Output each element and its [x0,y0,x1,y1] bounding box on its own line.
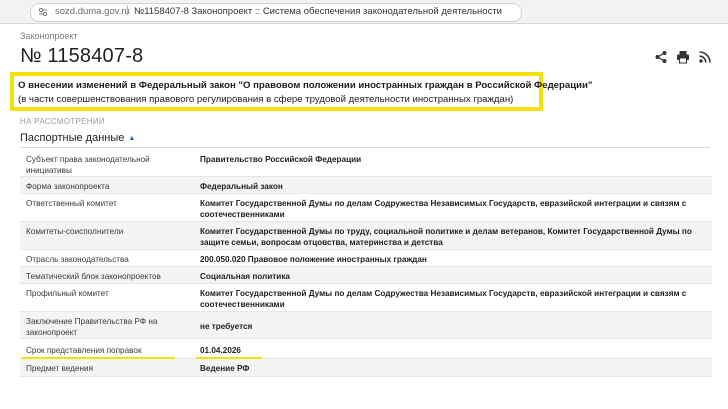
page-actions [654,50,712,64]
field-label: Отрасль законодательства [26,255,129,264]
table-row: Тематический блок законопроектов Социальн… [20,267,712,284]
title-highlight-box [10,72,543,111]
table-row: Заключение Правительства РФ на законопро… [20,312,712,339]
field-value: Комитет Государственной Думы по труду, с… [200,227,692,247]
passport-section-toggle[interactable]: Паспортные данные ▲ [20,132,135,144]
table-row: Форма законопроекта Федеральный закон [20,177,712,194]
field-label: Заключение Правительства РФ на законопро… [26,317,158,337]
page-tab-title: №1158407-8 Законопроект :: Система обесп… [134,6,502,17]
table-row: Предмет ведения Ведение РФ [20,359,712,377]
field-value: Ведение РФ [200,364,250,373]
browser-toolbar: sozd.duma.gov.ru | №1158407-8 Законопрое… [0,0,728,24]
table-row: Ответственный комитет Комитет Государстве… [20,194,712,222]
status-badge: НА РАССМОТРЕНИИ [20,117,105,126]
field-value: 200.050.020 Правовое положение иностранн… [200,255,427,264]
field-label: Тематический блок законопроектов [26,272,161,281]
section-title: Паспортные данные [20,132,125,144]
field-value: не требуется [200,322,253,331]
chevron-up-icon: ▲ [128,135,136,142]
bill-subtitle: (в части совершенствования правового рег… [18,94,514,105]
bill-page: Законопроект № 1158407-8 О внесении изме… [0,24,728,409]
print-icon[interactable] [676,50,690,64]
bill-title: О внесении изменений в Федеральный закон… [18,80,593,91]
section-divider [20,147,710,148]
url-text[interactable]: sozd.duma.gov.ru [55,6,130,17]
field-label: Ответственный комитет [26,199,117,208]
field-value: 01.04.2026 [200,346,241,355]
site-info-icon[interactable] [38,7,48,17]
field-label: Форма законопроекта [26,182,110,191]
field-label: Комитеты-соисполнители [26,227,124,236]
table-row: Комитеты-соисполнители Комитет Государств… [20,222,712,250]
table-row: Отрасль законодательства 200.050.020 Прав… [20,250,712,267]
rss-icon[interactable] [698,50,712,64]
bill-number: № 1158407-8 [20,45,144,67]
address-bar[interactable]: sozd.duma.gov.ru | №1158407-8 Законопрое… [30,3,522,22]
title-separator: | [126,5,129,16]
table-row: Субъект права законодательной инициативы… [20,149,712,177]
field-label: Субъект права законодательной инициативы [26,155,150,175]
field-value: Комитет Государственной Думы по делам Со… [200,199,687,219]
field-value: Социальная политика [200,272,290,281]
field-label: Предмет ведения [26,364,94,373]
field-value: Федеральный закон [200,182,283,191]
field-value: Правительство Российской Федерации [200,155,362,164]
field-label: Профильный комитет [26,289,109,298]
field-value: Комитет Государственной Думы по делам Со… [200,289,687,309]
table-row: Профильный комитет Комитет Государственно… [20,284,712,312]
share-icon[interactable] [654,50,668,64]
field-label: Срок представления поправок [26,346,142,355]
table-row: Срок представления поправок 01.04.2026 [20,339,712,361]
document-type-label: Законопроект [20,31,78,41]
